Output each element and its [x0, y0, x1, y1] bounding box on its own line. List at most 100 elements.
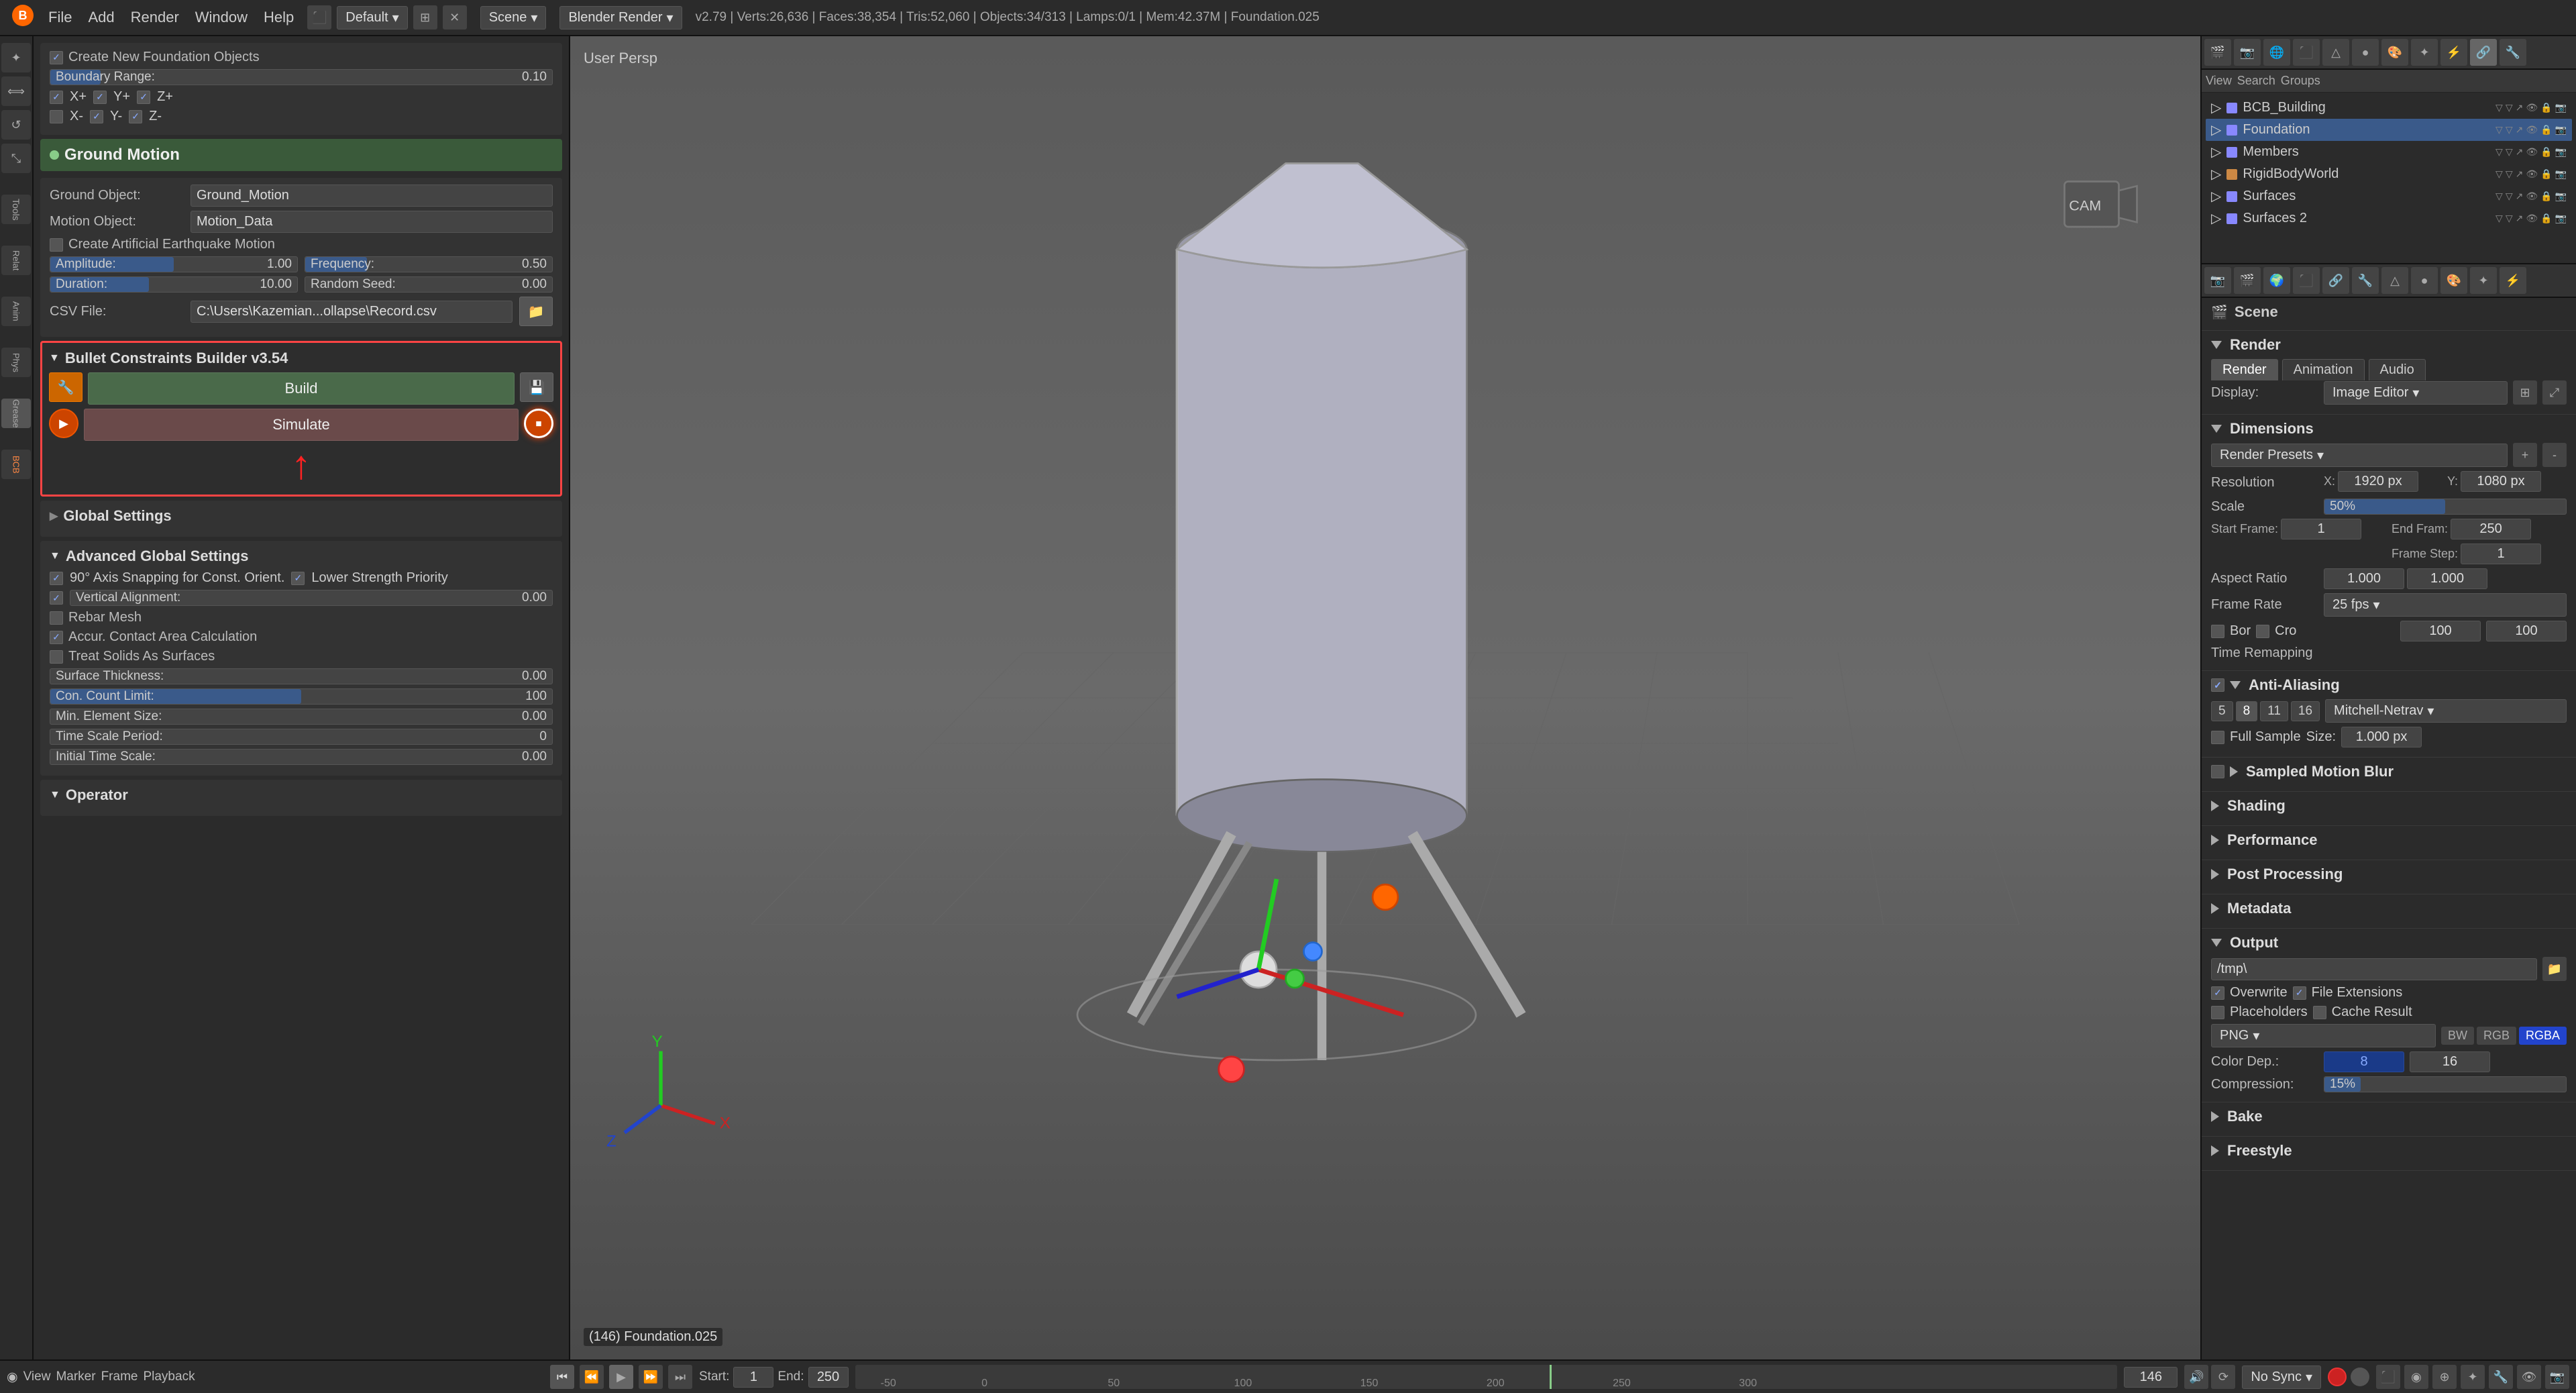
material-props-icon[interactable]: ●	[2411, 267, 2438, 294]
aspect-x-input[interactable]: 1.000	[2324, 568, 2404, 589]
advanced-global-settings-header[interactable]: ▼ Advanced Global Settings	[50, 548, 553, 565]
toolbar-animation[interactable]: Anim	[1, 297, 31, 326]
collapse-icon[interactable]: ✕	[443, 5, 467, 30]
aa-8[interactable]: 8	[2236, 701, 2258, 721]
bw-button[interactable]: BW	[2441, 1027, 2474, 1045]
object-props-icon[interactable]: ⬛	[2293, 267, 2320, 294]
presets-add[interactable]: +	[2513, 443, 2537, 467]
end-frame-bottom[interactable]: 250	[808, 1367, 849, 1388]
dimensions-header[interactable]: Dimensions	[2211, 420, 2567, 437]
timeline[interactable]: -50 0 50 100 150 200 250 300	[855, 1365, 2118, 1389]
playback-label[interactable]: Playback	[143, 1370, 195, 1384]
build-button[interactable]: Build	[88, 372, 515, 405]
overwrite-checkbox[interactable]	[2211, 986, 2224, 1000]
view-bottom-icon[interactable]: ◉	[7, 1370, 18, 1385]
render-icon[interactable]: 📷	[2234, 39, 2261, 66]
constraint-icon[interactable]: 🔗	[2470, 39, 2497, 66]
engine-dropdown[interactable]: Blender Render ▾	[559, 6, 682, 30]
layout-icon[interactable]: ⬛	[307, 5, 331, 30]
treat-solids-checkbox[interactable]	[50, 650, 63, 664]
color-depth-value[interactable]: 8	[2324, 1051, 2404, 1072]
render-vis-icon[interactable]: ▽	[2506, 102, 2513, 113]
surface-thickness-slider[interactable]: Surface Thickness: 0.00	[50, 668, 553, 684]
bottom-icon-1[interactable]: ⬛	[2376, 1365, 2400, 1389]
remap-new-input[interactable]: 100	[2486, 621, 2567, 641]
groups-label[interactable]: Groups	[2281, 74, 2320, 88]
foundation-sel[interactable]: ↗	[2516, 124, 2524, 136]
operator-header[interactable]: ▼ Operator	[50, 786, 553, 804]
aspect-y-input[interactable]: 1.000	[2407, 568, 2487, 589]
create-artificial-checkbox[interactable]	[50, 238, 63, 252]
scene-item-rigid-body-world[interactable]: ▷ RigidBodyWorld ▽▽↗👁🔒📷	[2206, 163, 2572, 185]
res-x-input[interactable]: 1920 px	[2338, 471, 2418, 492]
scene-icon[interactable]: 🎬	[2204, 39, 2231, 66]
post-processing-header[interactable]: Post Processing	[2211, 866, 2567, 883]
full-sample-checkbox[interactable]	[2211, 731, 2224, 744]
aa-11[interactable]: 11	[2260, 701, 2288, 721]
min-element-slider[interactable]: Min. Element Size: 0.00	[50, 709, 553, 725]
aa-checkbox[interactable]	[2211, 678, 2224, 692]
physics-icon[interactable]: ⚡	[2440, 39, 2467, 66]
rgba-button[interactable]: RGBA	[2519, 1027, 2567, 1045]
render-header[interactable]: Render	[2211, 336, 2567, 354]
render-presets-dropdown[interactable]: Render Presets ▾	[2211, 444, 2508, 467]
build-right-icon[interactable]: 💾	[520, 372, 553, 402]
sel-icon[interactable]: ↗	[2516, 102, 2524, 113]
toolbar-physics[interactable]: Phys	[1, 348, 31, 377]
bottom-icon-4[interactable]: ✦	[2461, 1365, 2485, 1389]
menu-help[interactable]: Help	[264, 9, 294, 26]
output-header[interactable]: Output	[2211, 934, 2567, 951]
xplus-checkbox[interactable]	[50, 91, 63, 104]
modifier-props-icon[interactable]: 🔧	[2352, 267, 2379, 294]
bottom-icon-6[interactable]: 👁	[2517, 1365, 2541, 1389]
rgb-button[interactable]: RGB	[2477, 1027, 2516, 1045]
file-ext-checkbox[interactable]	[2293, 986, 2306, 1000]
physics-props-icon[interactable]: ⚡	[2500, 267, 2526, 294]
tab-audio[interactable]: Audio	[2369, 359, 2426, 380]
current-frame[interactable]: 146	[2124, 1367, 2178, 1388]
toolbar-relations[interactable]: Relat	[1, 246, 31, 275]
boundary-range-slider[interactable]: Boundary Range: 0.10	[50, 69, 553, 85]
aa-5[interactable]: 5	[2211, 701, 2233, 721]
yminus-checkbox[interactable]	[90, 110, 103, 123]
menu-file[interactable]: File	[48, 9, 72, 26]
material-icon[interactable]: ●	[2352, 39, 2379, 66]
render-props-icon[interactable]: 📷	[2204, 267, 2231, 294]
display-expand[interactable]: ⊞	[2513, 380, 2537, 405]
last-frame-icon[interactable]: ⏭	[668, 1365, 692, 1389]
time-scale-slider[interactable]: Time Scale Period: 0	[50, 729, 553, 745]
output-path-input[interactable]: /tmp\	[2211, 958, 2537, 980]
menu-window[interactable]: Window	[195, 9, 248, 26]
object-icon[interactable]: ⬛	[2293, 39, 2320, 66]
lock-icon[interactable]: 🔒	[2540, 102, 2552, 113]
placeholders-checkbox[interactable]	[2211, 1006, 2224, 1019]
tab-render[interactable]: Render	[2211, 359, 2278, 380]
accur-contact-checkbox[interactable]	[50, 631, 63, 644]
lower-strength-checkbox[interactable]	[291, 572, 305, 585]
foundation-hide[interactable]: 👁	[2526, 124, 2538, 136]
performance-header[interactable]: Performance	[2211, 831, 2567, 849]
anti-aliasing-header[interactable]: Anti-Aliasing	[2211, 676, 2567, 694]
particle-props-icon[interactable]: ✦	[2470, 267, 2497, 294]
record-button[interactable]	[2328, 1368, 2347, 1386]
foundation-render-vis[interactable]: ▽	[2506, 124, 2513, 136]
prev-frame-icon[interactable]: ⏪	[580, 1365, 604, 1389]
world-icon[interactable]: 🌐	[2263, 39, 2290, 66]
texture-props-icon[interactable]: 🎨	[2440, 267, 2467, 294]
view-label[interactable]: View	[2206, 74, 2232, 88]
bottom-icon-7[interactable]: 📷	[2545, 1365, 2569, 1389]
rebar-mesh-checkbox[interactable]	[50, 611, 63, 625]
scale-slider[interactable]: 50%	[2324, 499, 2567, 515]
frame-step-input[interactable]: 1	[2461, 544, 2541, 564]
sync-icon[interactable]: ⟳	[2211, 1365, 2235, 1389]
display-full[interactable]: ⤢	[2542, 380, 2567, 405]
bottom-icon-3[interactable]: ⊕	[2432, 1365, 2457, 1389]
initial-time-slider[interactable]: Initial Time Scale: 0.00	[50, 749, 553, 765]
global-settings-header[interactable]: ▶ Global Settings	[50, 507, 553, 525]
zplus-checkbox[interactable]	[137, 91, 150, 104]
menu-render[interactable]: Render	[131, 9, 179, 26]
display-dropdown[interactable]: Image Editor ▾	[2324, 381, 2508, 405]
start-frame-bottom[interactable]: 1	[733, 1367, 773, 1388]
build-left-icon[interactable]: 🔧	[49, 372, 83, 402]
format-dropdown[interactable]: PNG ▾	[2211, 1024, 2436, 1047]
